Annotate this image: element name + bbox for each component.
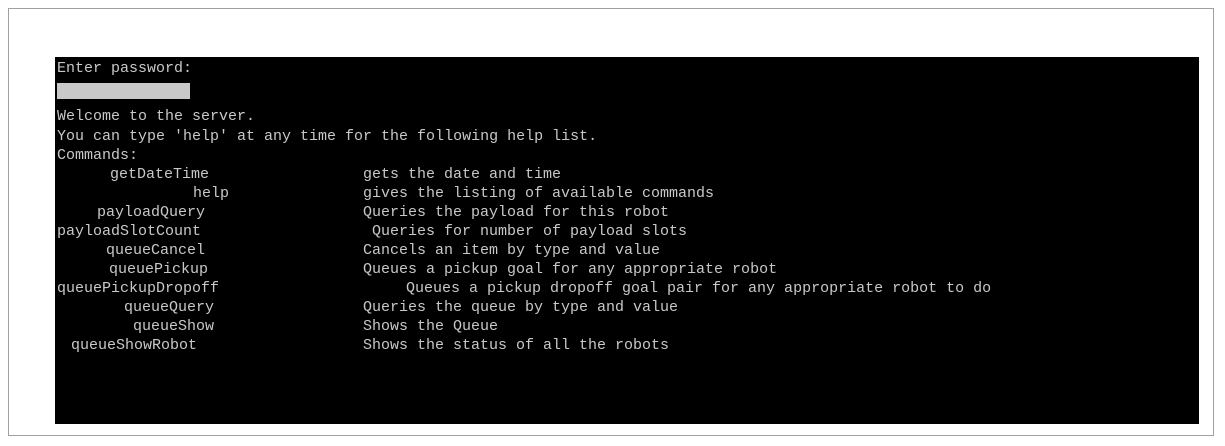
help-hint: You can type 'help' at any time for the … [57,128,598,145]
terminal-window[interactable]: Enter password: Welcome to the server. Y… [55,57,1199,424]
command-description: Queries the payload for this robot [363,204,670,221]
command-name: queueShow [133,318,215,335]
command-description: Queries the queue by type and value [363,299,679,316]
password-prompt: Enter password: [57,60,193,77]
command-description: Queries for number of payload slots [372,223,688,240]
command-description: Cancels an item by type and value [363,242,661,259]
command-name: queueQuery [124,299,215,316]
commands-header: Commands: [57,147,139,164]
screenshot-frame: Enter password: Welcome to the server. Y… [8,8,1214,436]
command-name: help [193,185,230,202]
command-description: Shows the Queue [363,318,499,335]
command-name: getDateTime [110,166,210,183]
command-description: Queues a pickup goal for any appropriate… [363,261,778,278]
command-name: queuePickup [109,261,209,278]
command-description: Shows the status of all the robots [363,337,670,354]
password-input-masked[interactable] [57,83,190,99]
command-name: queuePickupDropoff [57,280,220,297]
command-description: gets the date and time [363,166,562,183]
command-name: queueShowRobot [71,337,198,354]
command-name: queueCancel [106,242,206,259]
command-description: Queues a pickup dropoff goal pair for an… [406,280,992,297]
command-description: gives the listing of available commands [363,185,715,202]
command-name: payloadQuery [97,204,206,221]
command-name: payloadSlotCount [57,223,202,240]
welcome-message: Welcome to the server. [57,108,256,125]
